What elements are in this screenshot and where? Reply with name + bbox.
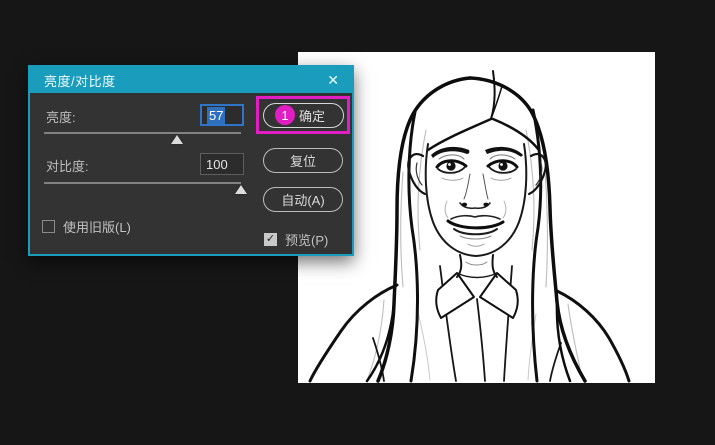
contrast-input[interactable]: 100 xyxy=(200,153,244,175)
preview-label: 预览(P) xyxy=(285,233,329,248)
ok-button-label: 确定 xyxy=(298,108,325,124)
auto-button-label: 自动(A) xyxy=(281,193,325,208)
reset-button[interactable]: 复位 xyxy=(263,148,343,173)
brightness-label: 亮度: xyxy=(46,110,76,125)
brightness-value: 57 xyxy=(207,106,226,124)
dialog-titlebar[interactable]: 亮度/对比度 ✕ xyxy=(30,67,352,93)
brightness-input[interactable]: 57 xyxy=(200,104,244,126)
contrast-slider[interactable] xyxy=(44,180,247,194)
use-legacy-checkbox[interactable] xyxy=(42,220,55,233)
contrast-slider-track[interactable] xyxy=(44,182,241,184)
brightness-slider[interactable] xyxy=(44,130,241,144)
dialog-title: 亮度/对比度 xyxy=(44,73,116,89)
ok-button[interactable]: 1 确定 xyxy=(262,102,344,128)
preview-checkbox[interactable]: ✓ xyxy=(264,233,277,246)
contrast-value: 100 xyxy=(206,156,228,172)
step-annotation-rect: 1 确定 xyxy=(256,96,350,134)
brightness-contrast-dialog: 亮度/对比度 ✕ 亮度: 57 对比度: 100 使用旧版(L) 1 确定 复位… xyxy=(28,65,354,256)
use-legacy-label: 使用旧版(L) xyxy=(63,220,131,235)
contrast-slider-thumb[interactable] xyxy=(235,185,247,194)
reset-button-label: 复位 xyxy=(289,154,316,169)
brightness-slider-thumb[interactable] xyxy=(170,135,183,144)
preview-row: ✓ 预览(P) xyxy=(264,230,328,249)
use-legacy-row: 使用旧版(L) xyxy=(42,217,131,236)
brightness-slider-track[interactable] xyxy=(44,132,241,134)
auto-button[interactable]: 自动(A) xyxy=(263,187,343,212)
dialog-body: 亮度: 57 对比度: 100 使用旧版(L) 1 确定 复位 自动(A) ✓ … xyxy=(30,93,352,254)
step-number-badge: 1 xyxy=(274,105,295,125)
contrast-label: 对比度: xyxy=(46,159,89,174)
close-icon[interactable]: ✕ xyxy=(324,71,342,89)
